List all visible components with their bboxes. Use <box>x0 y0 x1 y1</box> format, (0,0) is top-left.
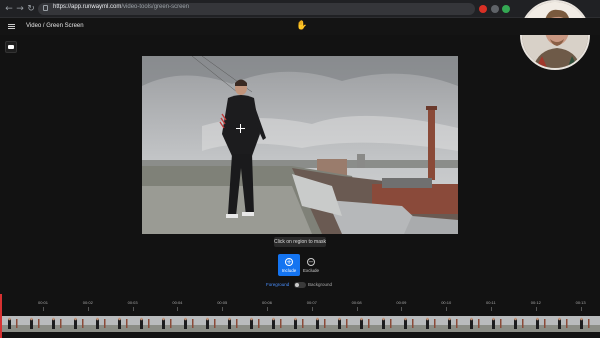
timeline-tick-mark <box>177 307 179 311</box>
toggle-knob <box>295 283 299 287</box>
exclude-button[interactable]: − Exclude <box>300 254 322 276</box>
filmstrip-frame <box>550 316 572 332</box>
filmstrip-frame <box>330 316 352 332</box>
timeline-tick-label: 00:05 <box>217 300 228 305</box>
toggle-switch[interactable] <box>294 282 306 288</box>
address-bar[interactable]: https://app.runwayml.com/video-tools/gre… <box>38 3 475 15</box>
timeline-tick-mark <box>401 307 403 311</box>
minus-circle-icon: − <box>307 258 315 266</box>
filmstrip-frame <box>88 316 110 332</box>
video-icon <box>8 45 14 49</box>
url-text: https://app.runwayml.com/video-tools/gre… <box>53 4 189 10</box>
video-preview[interactable] <box>142 56 458 234</box>
filmstrip-frame <box>506 316 528 332</box>
timeline-tick-label: 00:08 <box>351 300 362 305</box>
url-host: https://app.runwayml.com <box>53 4 122 10</box>
filmstrip-frame <box>22 316 44 332</box>
filmstrip-frame <box>484 316 506 332</box>
url-path: /video-tools/green-screen <box>121 4 190 10</box>
timeline-tick-label: 00:12 <box>530 300 541 305</box>
filmstrip-frame <box>418 316 440 332</box>
extension-icon[interactable] <box>491 5 499 13</box>
timeline-tick-label: 00:03 <box>127 300 138 305</box>
mask-tooltip: Click on region to mask <box>274 237 326 247</box>
filmstrip-frame <box>198 316 220 332</box>
menu-icon[interactable] <box>8 24 15 29</box>
forward-icon[interactable]: → <box>15 4 25 14</box>
filmstrip-frame <box>242 316 264 332</box>
filmstrip-frame <box>352 316 374 332</box>
timeline-tick-mark <box>87 307 89 311</box>
crosshair-cursor-icon <box>236 124 245 133</box>
timeline-tick-mark <box>132 307 134 311</box>
exclude-label: Exclude <box>302 268 319 273</box>
filmstrip-frame <box>594 316 600 332</box>
timeline-tick-mark <box>446 307 448 311</box>
timeline-ruler[interactable]: 00:01 00:02 00:03 00:04 00:05 00:06 00:07 00:08… <box>0 296 600 314</box>
timeline-tick-label: 00:09 <box>396 300 407 305</box>
timeline-tick-mark <box>535 307 537 311</box>
filmstrip-frame <box>66 316 88 332</box>
filmstrip-frame <box>286 316 308 332</box>
filmstrip-frame <box>0 316 22 332</box>
timeline-tick-mark <box>356 307 358 311</box>
filmstrip-frame <box>44 316 66 332</box>
timeline-tick-label: 00:13 <box>575 300 586 305</box>
filmstrip-frame <box>132 316 154 332</box>
background-label[interactable]: Background <box>308 282 332 287</box>
extension-green-icon[interactable] <box>502 5 510 13</box>
video-mode-button[interactable] <box>5 41 17 53</box>
timeline-tick-label: 00:04 <box>172 300 183 305</box>
foreground-background-toggle: Foreground Background <box>262 281 342 289</box>
browser-toolbar: ← → ↻ https://app.runwayml.com/video-too… <box>0 0 600 18</box>
filmstrip-frame <box>572 316 594 332</box>
playhead[interactable] <box>0 294 2 338</box>
include-button[interactable]: + Include <box>278 254 300 276</box>
filmstrip-frame <box>220 316 242 332</box>
reload-icon[interactable]: ↻ <box>26 4 36 14</box>
include-label: Include <box>281 268 297 273</box>
webcam-overlay <box>520 0 590 70</box>
timeline-filmstrip[interactable] <box>0 316 600 332</box>
timeline-tick-label: 00:02 <box>82 300 93 305</box>
timeline-tick-mark <box>43 307 44 311</box>
filmstrip-frame <box>462 316 484 332</box>
filmstrip-frame <box>154 316 176 332</box>
hand-cursor-icon: ✋ <box>296 21 308 31</box>
video-frame-image <box>142 56 458 234</box>
filmstrip-frame <box>396 316 418 332</box>
timeline-tick-label: 00:10 <box>441 300 452 305</box>
timeline-tick-label: 00:06 <box>262 300 273 305</box>
breadcrumb: Video / Green Screen <box>26 23 84 29</box>
timeline-tick-mark <box>222 307 224 311</box>
timeline-tick-label: 00:01 <box>38 300 49 305</box>
app-header: Video / Green Screen ✋ <box>0 18 600 35</box>
back-icon[interactable]: ← <box>4 4 14 14</box>
filmstrip-frame <box>374 316 396 332</box>
filmstrip-frame <box>176 316 198 332</box>
timeline-tick-mark <box>311 307 313 311</box>
filmstrip-frame <box>528 316 550 332</box>
filmstrip-frame <box>308 316 330 332</box>
timeline-tick-mark <box>267 307 268 311</box>
extension-record-icon[interactable] <box>479 5 487 13</box>
timeline-tick-label: 00:11 <box>486 300 496 305</box>
foreground-label[interactable]: Foreground <box>266 282 289 287</box>
timeline-tick-mark <box>580 307 582 311</box>
timeline-tick-label: 00:07 <box>306 300 317 305</box>
filmstrip-frame <box>264 316 286 332</box>
plus-circle-icon: + <box>285 258 293 266</box>
lock-icon <box>43 5 48 11</box>
filmstrip-frame <box>110 316 132 332</box>
timeline-tick-mark <box>491 307 492 311</box>
filmstrip-frame <box>440 316 462 332</box>
